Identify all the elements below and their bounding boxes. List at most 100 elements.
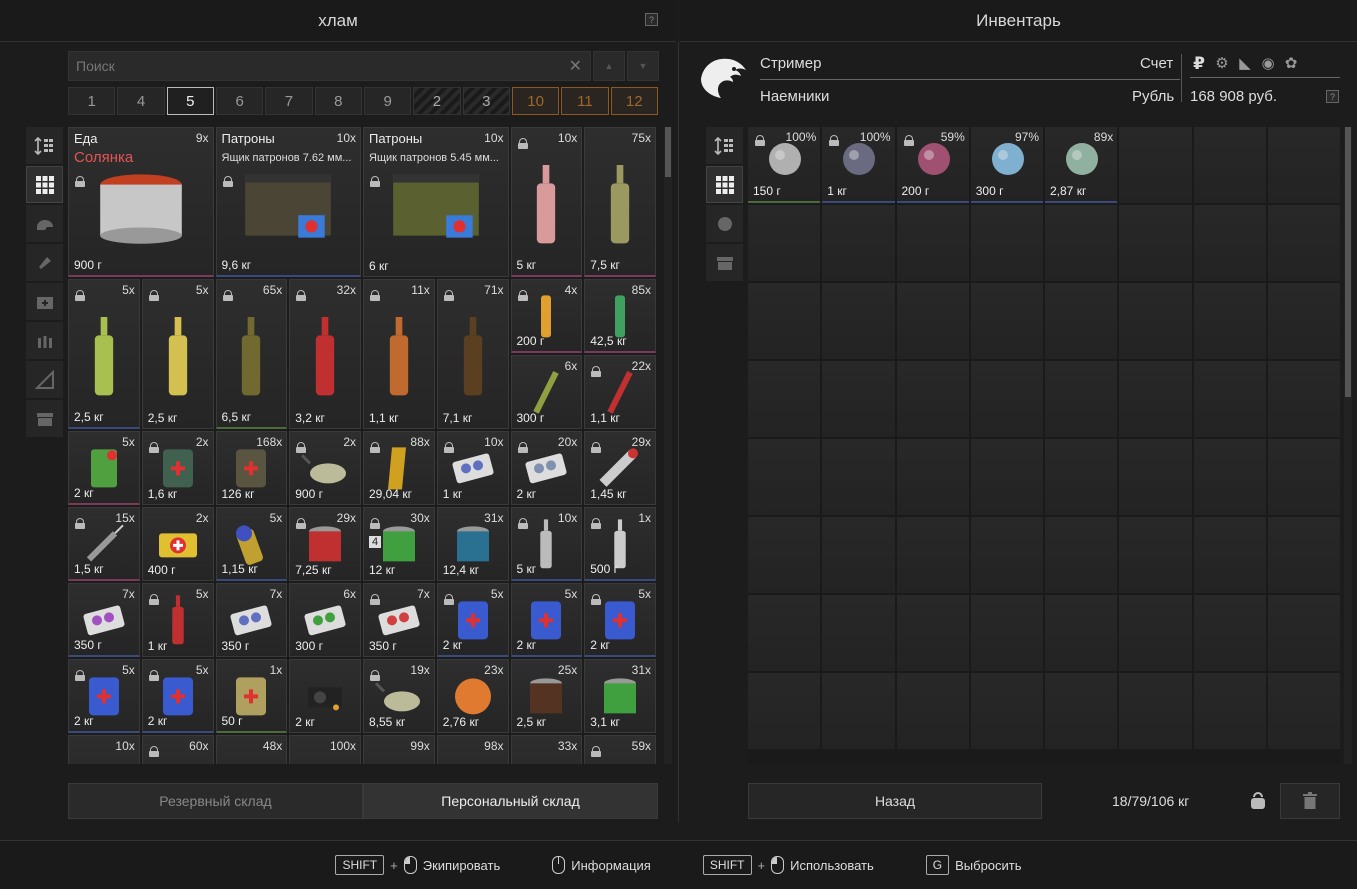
stash-item[interactable]: 5x 2 кг <box>436 583 509 657</box>
medkit-icon[interactable] <box>26 283 63 320</box>
stash-item[interactable]: 31x 3,1 кг <box>584 659 656 733</box>
stash-item[interactable]: 6x 300 г <box>510 355 583 429</box>
page-tab-2[interactable]: 2 <box>413 87 461 115</box>
inventory-slot[interactable] <box>970 283 1043 359</box>
page-tab-1[interactable]: 1 <box>68 87 116 115</box>
stash-item[interactable]: 1x 500 г <box>584 507 656 581</box>
inventory-slot[interactable] <box>1045 361 1118 437</box>
stash-item[interactable]: 99x <box>363 735 435 764</box>
stash-item[interactable]: 98x <box>436 735 509 764</box>
stash-item[interactable]: 65x 6,5 кг <box>215 279 288 429</box>
page-tab-4[interactable]: 4 <box>117 87 165 115</box>
inventory-slot[interactable] <box>896 205 969 281</box>
inventory-slot[interactable] <box>1193 283 1266 359</box>
inventory-slot[interactable] <box>896 517 969 593</box>
stash-item[interactable]: 88x 29,04 кг <box>363 431 435 505</box>
sort-down-button[interactable]: ▼ <box>627 51 659 81</box>
inventory-slot[interactable] <box>1267 127 1340 203</box>
stash-item[interactable]: 31x 12,4 кг <box>436 507 509 581</box>
stash-item[interactable]: 7x 350 г <box>68 583 140 657</box>
stash-item[interactable]: 11x 1,1 кг <box>363 279 435 429</box>
inventory-slot[interactable] <box>1267 205 1340 281</box>
inventory-slot[interactable] <box>1045 439 1118 515</box>
stash-item[interactable]: 60x <box>141 735 214 764</box>
inventory-slot[interactable] <box>822 595 895 671</box>
container-icon[interactable] <box>26 400 63 437</box>
stash-item[interactable]: 71x 7,1 кг <box>436 279 509 429</box>
stash-item[interactable]: Патроны Ящик патронов 5.45 мм... 10x 6 кг <box>363 127 509 277</box>
stash-item[interactable]: 15x 1,5 кг <box>68 507 140 581</box>
tools-icon[interactable] <box>26 361 63 398</box>
stash-item[interactable]: 2x 400 г <box>141 507 214 581</box>
stash-item[interactable]: 59x <box>584 735 656 764</box>
stash-item[interactable]: 7x 350 г <box>215 583 288 657</box>
inventory-slot[interactable] <box>1119 595 1192 671</box>
ruble-icon[interactable]: ₽ <box>1190 54 1208 74</box>
stash-item[interactable]: 6x 300 г <box>289 583 361 657</box>
stash-item[interactable]: 100x <box>289 735 361 764</box>
stash-item[interactable]: 20x 2 кг <box>510 431 583 505</box>
inventory-slot[interactable] <box>1267 361 1340 437</box>
inventory-slot[interactable] <box>1267 595 1340 671</box>
right-help-icon[interactable]: ? <box>1326 90 1339 103</box>
sort-up-button[interactable]: ▲ <box>593 51 625 81</box>
ammo-icon[interactable] <box>26 322 63 359</box>
stash-item[interactable]: 5x 2 кг <box>68 431 140 505</box>
reserve-stash-tab[interactable]: Резервный склад <box>68 783 363 819</box>
inventory-slot[interactable] <box>822 283 895 359</box>
inventory-slot[interactable] <box>1045 205 1118 281</box>
inventory-slot[interactable] <box>896 361 969 437</box>
page-tab-11[interactable]: 11 <box>561 87 609 115</box>
inventory-slot[interactable] <box>822 673 895 749</box>
inventory-scrollbar[interactable] <box>1344 127 1352 764</box>
inventory-item[interactable]: 100% 150 г <box>748 127 821 203</box>
stash-item[interactable]: 29x 7,25 кг <box>289 507 361 581</box>
inventory-slot[interactable] <box>1119 439 1192 515</box>
stash-item[interactable]: 1x 50 г <box>215 659 288 733</box>
inventory-slot[interactable] <box>970 517 1043 593</box>
left-help-icon[interactable]: ? <box>645 13 658 26</box>
inventory-slot[interactable] <box>822 517 895 593</box>
inventory-slot[interactable] <box>896 283 969 359</box>
stash-item[interactable]: 5x 2 кг <box>68 659 140 733</box>
inventory-item[interactable]: 97% 300 г <box>970 127 1043 203</box>
search-input[interactable]: Поиск ✕ <box>68 51 591 81</box>
page-tab-12[interactable]: 12 <box>610 87 658 115</box>
stash-item[interactable]: 19x 8,55 кг <box>363 659 435 733</box>
stash-item[interactable]: 33x <box>510 735 583 764</box>
inventory-slot[interactable] <box>1119 517 1192 593</box>
inventory-slot[interactable] <box>896 439 969 515</box>
inventory-slot[interactable] <box>1045 595 1118 671</box>
inventory-slot[interactable] <box>1045 517 1118 593</box>
sort-icon[interactable] <box>26 127 63 164</box>
inventory-slot[interactable] <box>970 673 1043 749</box>
stash-item[interactable]: 29x 1,45 кг <box>584 431 656 505</box>
clear-search-icon[interactable]: ✕ <box>569 56 582 76</box>
stash-item[interactable]: 10x 5 кг <box>510 507 583 581</box>
page-tab-8[interactable]: 8 <box>314 87 362 115</box>
stash-item[interactable]: 22x 1,1 кг <box>584 355 656 429</box>
inventory-slot[interactable] <box>970 205 1043 281</box>
stash-item[interactable]: Патроны Ящик патронов 7.62 мм... 10x 9,6 кг <box>215 127 361 277</box>
inventory-slot[interactable] <box>1045 283 1118 359</box>
inventory-slot[interactable] <box>1119 361 1192 437</box>
helmet-icon[interactable] <box>26 205 63 242</box>
page-tab-3[interactable]: 3 <box>462 87 510 115</box>
inventory-item[interactable]: 89x 2,87 кг <box>1045 127 1118 203</box>
gear-icon[interactable]: ⚙ <box>1213 54 1231 74</box>
back-button[interactable]: Назад <box>748 783 1042 819</box>
all-items-grid-icon[interactable] <box>26 166 63 203</box>
artifact-ball-icon[interactable] <box>706 205 743 242</box>
artifact-icon[interactable] <box>26 244 63 281</box>
stash-item[interactable]: 23x 2,76 кг <box>436 659 509 733</box>
inventory-slot[interactable] <box>1193 205 1266 281</box>
inventory-slot[interactable] <box>970 595 1043 671</box>
stash-item[interactable]: 75x 7,5 кг <box>584 127 656 277</box>
inventory-slot[interactable] <box>1267 439 1340 515</box>
personal-stash-tab[interactable]: Персональный склад <box>363 783 658 819</box>
inventory-slot[interactable] <box>970 361 1043 437</box>
page-tab-9[interactable]: 9 <box>363 87 412 115</box>
stash-item[interactable]: 2 кг <box>289 659 361 733</box>
inventory-container-icon[interactable] <box>706 244 743 281</box>
inventory-slot[interactable] <box>822 205 895 281</box>
